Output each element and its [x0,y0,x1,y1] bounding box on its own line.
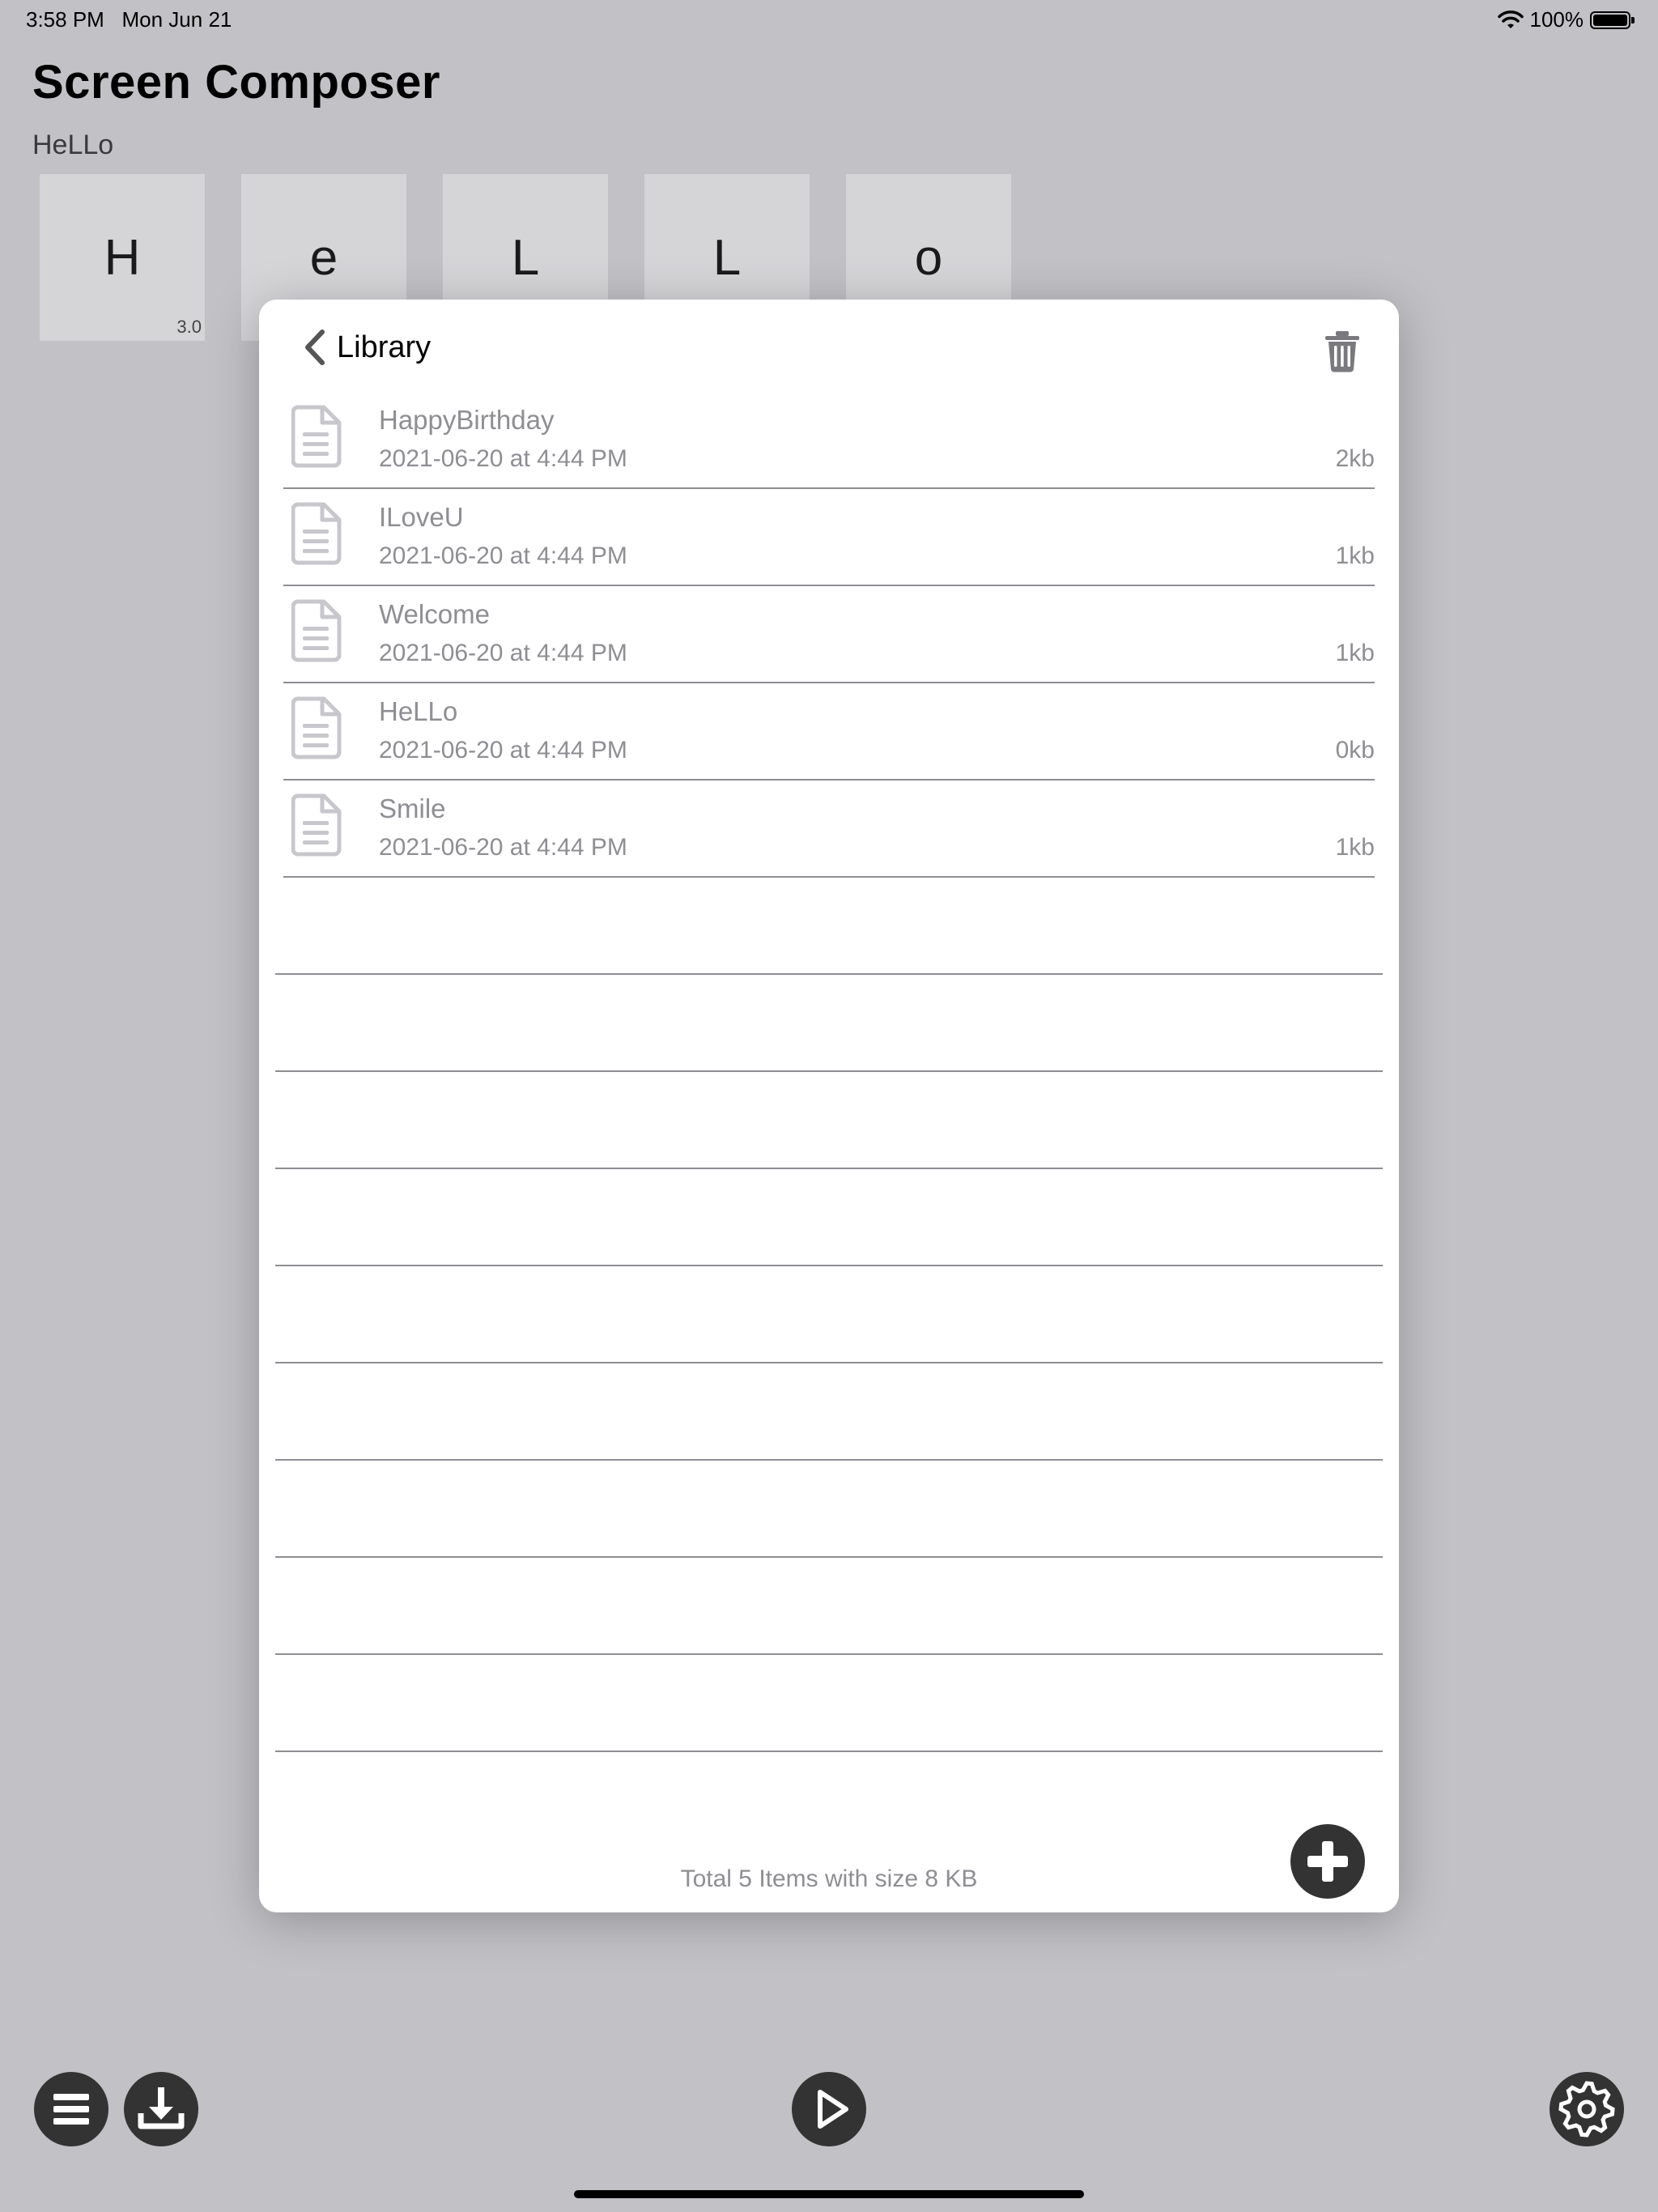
file-size: 0kb [1335,737,1375,764]
file-size: 1kb [1335,640,1375,666]
tile-duration-badge: 3.0 [176,317,202,337]
battery-fill [1593,14,1627,26]
document-icon [291,793,342,857]
file-row[interactable]: Smile 2021-06-20 at 4:44 PM 1kb [283,781,1375,878]
empty-row-divider [275,1265,1383,1266]
document-icon [291,405,342,468]
file-size: 1kb [1335,834,1375,861]
wifi-icon [1497,10,1524,28]
status-right: 100% [1497,7,1635,32]
menu-icon [53,2094,89,2125]
file-name: HeLLo [379,696,458,726]
file-date: 2021-06-20 at 4:44 PM [379,445,627,472]
composition-name: HeLLo [32,130,114,160]
file-date: 2021-06-20 at 4:44 PM [379,737,627,764]
menu-button[interactable] [33,2071,109,2147]
file-row[interactable]: ILoveU 2021-06-20 at 4:44 PM 1kb [283,489,1375,586]
file-size: 1kb [1335,542,1375,569]
file-date: 2021-06-20 at 4:44 PM [379,542,627,569]
battery-percent: 100% [1529,7,1584,32]
library-modal: Library HappyBirthday 2021-06-20 at 4:44 … [259,300,1399,1912]
document-icon [291,502,342,565]
play-button[interactable] [791,2071,867,2147]
empty-row-divider [275,1653,1383,1655]
document-icon [291,599,342,662]
empty-row-divider [275,1750,1383,1752]
file-name: Smile [379,793,446,823]
home-indicator[interactable] [574,2190,1084,2198]
status-time: 3:58 PM Mon Jun 21 [26,7,232,32]
empty-row-divider [275,1168,1383,1169]
download-button[interactable] [123,2071,199,2147]
file-name: Welcome [379,599,490,629]
status-bar: 3:58 PM Mon Jun 21 100% [0,0,1658,39]
battery-icon [1590,11,1635,29]
file-date: 2021-06-20 at 4:44 PM [379,834,627,861]
add-button[interactable] [1290,1823,1366,1899]
document-icon [291,696,342,759]
date: Mon Jun 21 [121,7,232,32]
tile-letter: e [309,229,338,286]
empty-row-divider [275,973,1383,975]
library-title: Library [337,330,432,364]
file-date: 2021-06-20 at 4:44 PM [379,640,627,666]
file-row[interactable]: HeLLo 2021-06-20 at 4:44 PM 0kb [283,683,1375,781]
file-row[interactable]: Welcome 2021-06-20 at 4:44 PM 1kb [283,586,1375,683]
file-row[interactable]: HappyBirthday 2021-06-20 at 4:44 PM 2kb [283,392,1375,489]
tile-letter: H [104,229,141,286]
trash-icon[interactable] [1324,330,1360,372]
empty-row-divider [275,1556,1383,1558]
chevron-left-icon [305,330,325,365]
file-name: HappyBirthday [379,405,555,435]
back-button[interactable]: Library [303,329,431,366]
app-title: Screen Composer [32,56,440,108]
tile-letter: o [914,229,943,286]
library-summary: Total 5 Items with size 8 KB [680,1865,978,1892]
tile-letter: L [511,229,540,286]
empty-row-divider [275,1459,1383,1461]
file-size: 2kb [1335,445,1375,472]
file-name: ILoveU [379,502,464,532]
empty-row-divider [275,1070,1383,1072]
tile-letter: L [712,229,742,286]
clock: 3:58 PM [26,7,104,32]
settings-button[interactable] [1549,2071,1625,2147]
empty-row-divider [275,1362,1383,1363]
letter-tile[interactable]: H 3.0 [40,174,205,341]
